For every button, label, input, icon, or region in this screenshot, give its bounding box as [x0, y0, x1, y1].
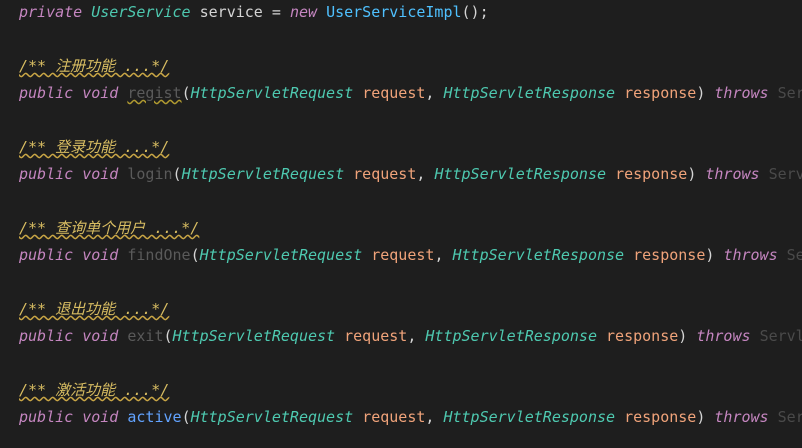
keyword-public: public [19, 84, 74, 102]
truncated-exception: Servl [759, 327, 802, 345]
param-type-response: HttpServletResponse [443, 84, 616, 102]
code-line-comment-findone[interactable]: /** 查询单个用户 ...*/ [19, 217, 199, 239]
param-type-request: HttpServletRequest [172, 327, 336, 345]
paren-open: ( [181, 84, 191, 102]
code-line-method-findone[interactable]: public void findOne(HttpServletRequest r… [19, 244, 802, 266]
keyword-public: public [19, 246, 74, 264]
param-response: response [615, 165, 688, 183]
variable-service: service [199, 3, 263, 21]
keyword-void: void [82, 84, 119, 102]
truncated-exception: Ser [777, 408, 802, 426]
keyword-throws: throws [696, 327, 751, 345]
paren-open: ( [163, 327, 173, 345]
param-type-request: HttpServletRequest [190, 84, 354, 102]
param-request: request [362, 84, 426, 102]
javadoc-comment[interactable]: /** 登录功能 ...*/ [19, 138, 169, 156]
code-line-comment-login[interactable]: /** 登录功能 ...*/ [19, 136, 169, 158]
operator-assign: = [271, 3, 281, 21]
code-line-comment-regist[interactable]: /** 注册功能 ...*/ [19, 55, 169, 77]
param-type-request: HttpServletRequest [199, 246, 363, 264]
param-request: request [362, 408, 426, 426]
param-response: response [624, 408, 697, 426]
truncated-exception: Serv [768, 165, 802, 183]
keyword-void: void [82, 327, 119, 345]
method-name[interactable]: regist [127, 84, 181, 102]
paren-open: ( [172, 165, 182, 183]
param-response: response [624, 84, 697, 102]
paren-close: ) [705, 246, 715, 264]
keyword-void: void [82, 165, 119, 183]
paren-open: ( [190, 246, 200, 264]
javadoc-comment[interactable]: /** 查询单个用户 ...*/ [19, 219, 199, 237]
code-line-method-regist[interactable]: public void regist(HttpServletRequest re… [19, 82, 802, 104]
keyword-void: void [82, 246, 119, 264]
keyword-throws: throws [714, 84, 769, 102]
type-user-service: UserService [91, 3, 191, 21]
code-line-service-field[interactable]: private UserService service = new UserSe… [19, 1, 489, 23]
param-response: response [633, 246, 706, 264]
paren-close: ) [687, 165, 697, 183]
code-editor[interactable]: private UserService service = new UserSe… [0, 0, 802, 448]
comma: , [407, 327, 417, 345]
comma: , [434, 246, 444, 264]
method-name[interactable]: active [127, 408, 181, 426]
param-request: request [344, 327, 408, 345]
javadoc-comment[interactable]: /** 退出功能 ...*/ [19, 300, 169, 318]
call-parens: (); [461, 3, 489, 21]
comma: , [425, 408, 435, 426]
method-name[interactable]: exit [127, 327, 163, 345]
code-line-method-active[interactable]: public void active(HttpServletRequest re… [19, 406, 802, 428]
keyword-public: public [19, 165, 74, 183]
truncated-exception: Se [786, 246, 802, 264]
code-line-method-exit[interactable]: public void exit(HttpServletRequest requ… [19, 325, 802, 347]
code-line-method-login[interactable]: public void login(HttpServletRequest req… [19, 163, 802, 185]
comma: , [416, 165, 426, 183]
keyword-new: new [289, 3, 318, 21]
javadoc-comment[interactable]: /** 注册功能 ...*/ [19, 57, 169, 75]
paren-close: ) [678, 327, 688, 345]
method-name[interactable]: login [127, 165, 172, 183]
param-type-request: HttpServletRequest [181, 165, 345, 183]
keyword-throws: throws [705, 165, 760, 183]
keyword-public: public [19, 408, 74, 426]
code-line-comment-active[interactable]: /** 激活功能 ...*/ [19, 379, 169, 401]
param-type-response: HttpServletResponse [425, 327, 597, 345]
param-response: response [606, 327, 679, 345]
param-type-response: HttpServletResponse [443, 408, 616, 426]
param-request: request [353, 165, 417, 183]
param-request: request [371, 246, 435, 264]
param-type-request: HttpServletRequest [190, 408, 354, 426]
keyword-throws: throws [714, 408, 769, 426]
javadoc-comment[interactable]: /** 激活功能 ...*/ [19, 381, 169, 399]
code-line-comment-exit[interactable]: /** 退出功能 ...*/ [19, 298, 169, 320]
paren-close: ) [696, 408, 706, 426]
class-user-service-impl: UserServiceImpl [326, 3, 462, 21]
param-type-response: HttpServletResponse [452, 246, 625, 264]
keyword-public: public [19, 327, 74, 345]
param-type-response: HttpServletResponse [434, 165, 607, 183]
method-name[interactable]: findOne [127, 246, 190, 264]
keyword-void: void [82, 408, 119, 426]
paren-close: ) [696, 84, 706, 102]
comma: , [425, 84, 435, 102]
paren-open: ( [181, 408, 191, 426]
truncated-exception: Ser [777, 84, 802, 102]
keyword-throws: throws [723, 246, 778, 264]
keyword-private: private [19, 3, 83, 21]
